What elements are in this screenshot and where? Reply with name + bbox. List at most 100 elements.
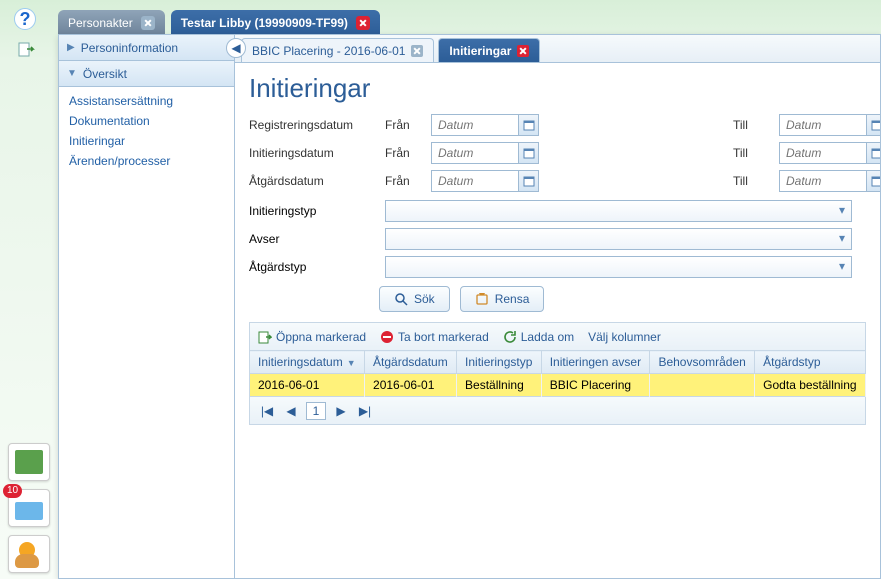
grid-header[interactable]: Åtgärdsdatum: [365, 351, 457, 374]
pager-first-button[interactable]: |◀: [258, 402, 276, 420]
date-filter-grid: Registreringsdatum Från Till Initierings…: [249, 114, 866, 192]
grid-cell: [650, 374, 755, 397]
grid-header[interactable]: Behovsområden: [650, 351, 755, 374]
grid-cell: 2016-06-01: [250, 374, 365, 397]
content: Initieringar Registreringsdatum Från Til…: [235, 63, 880, 578]
date-to-input[interactable]: [779, 170, 880, 192]
button-label: Sök: [414, 292, 435, 306]
grid-cell: BBIC Placering: [541, 374, 650, 397]
pager-next-button[interactable]: ▶: [332, 402, 350, 420]
grid-header[interactable]: Åtgärdstyp: [755, 351, 866, 374]
filter-label: Åtgärdstyp: [249, 260, 379, 274]
window-tab-person[interactable]: Testar Libby (19990909-TF99): [171, 10, 380, 36]
sidebar-section-oversikt[interactable]: ▼ Översikt: [59, 61, 234, 87]
calendar-icon[interactable]: [518, 115, 538, 135]
close-icon[interactable]: [517, 45, 529, 57]
calendar-icon[interactable]: [518, 171, 538, 191]
filter-label: Initieringsdatum: [249, 146, 379, 160]
sidebar-item-label: Initieringar: [69, 134, 125, 148]
app-body: ▶ Personinformation ◀ ▼ Översikt Assista…: [58, 34, 881, 579]
grid-cell: 2016-06-01: [365, 374, 457, 397]
inner-tabstrip: BBIC Placering - 2016-06-01 Initieringar: [235, 35, 880, 63]
sort-desc-icon: ▼: [347, 358, 356, 368]
subtab-bbic[interactable]: BBIC Placering - 2016-06-01: [241, 38, 434, 62]
combo-avser[interactable]: [385, 228, 852, 250]
reload-button[interactable]: Ladda om: [503, 330, 574, 344]
main-area: BBIC Placering - 2016-06-01 Initieringar…: [235, 35, 880, 578]
sidebar-item-dokumentation[interactable]: Dokumentation: [59, 111, 234, 131]
grid-header[interactable]: Initieringen avser: [541, 351, 650, 374]
date-from-field[interactable]: [431, 114, 539, 136]
open-icon: [258, 330, 272, 344]
folder-tile-icon[interactable]: 10: [8, 489, 50, 527]
sidebar-item-label: Ärenden/processer: [69, 154, 170, 168]
calendar-icon[interactable]: [518, 143, 538, 163]
export-icon[interactable]: [10, 36, 42, 64]
grid-cell: Godta beställning: [755, 374, 866, 397]
toolbar-label: Ladda om: [521, 330, 574, 344]
sidebar-section-label: Personinformation: [81, 41, 178, 55]
clear-icon: [475, 292, 489, 306]
to-label: Till: [733, 174, 773, 188]
to-label: Till: [733, 118, 773, 132]
window-tabstrip: Personakter Testar Libby (19990909-TF99): [58, 6, 881, 36]
subtab-label: Initieringar: [449, 44, 511, 58]
subtab-initieringar[interactable]: Initieringar: [438, 38, 540, 62]
sidebar-item-arenden[interactable]: Ärenden/processer: [59, 151, 234, 171]
close-icon[interactable]: [411, 45, 423, 57]
results-grid: Initieringsdatum▼ÅtgärdsdatumInitierings…: [249, 350, 866, 397]
grid-cell: Beställning: [457, 374, 542, 397]
open-selected-button[interactable]: Öppna markerad: [258, 330, 366, 344]
close-icon[interactable]: [141, 16, 155, 30]
pager-last-button[interactable]: ▶|: [356, 402, 374, 420]
grid-header-row: Initieringsdatum▼ÅtgärdsdatumInitierings…: [250, 351, 866, 374]
filter-label: Initieringstyp: [249, 204, 379, 218]
grid-header[interactable]: Initieringstyp: [457, 351, 542, 374]
window-tab-label: Testar Libby (19990909-TF99): [181, 16, 348, 30]
toolbar-label: Välj kolumner: [588, 330, 661, 344]
grid-header[interactable]: Initieringsdatum▼: [250, 351, 365, 374]
combo-åtgärdstyp[interactable]: [385, 256, 852, 278]
filter-label: Avser: [249, 232, 379, 246]
date-to-field[interactable]: [779, 142, 880, 164]
clear-button[interactable]: Rensa: [460, 286, 545, 312]
search-button[interactable]: Sök: [379, 286, 450, 312]
search-icon: [394, 292, 408, 306]
person-tile-icon[interactable]: [8, 535, 50, 573]
chevron-down-icon: ▼: [67, 68, 77, 79]
calendar-icon[interactable]: [866, 115, 880, 135]
window-tab-personakter[interactable]: Personakter: [58, 10, 165, 36]
date-to-field[interactable]: [779, 114, 880, 136]
window-tab-label: Personakter: [68, 16, 133, 30]
sidebar-list: Assistansersättning Dokumentation Initie…: [59, 87, 234, 175]
close-icon[interactable]: [356, 16, 370, 30]
pager-prev-button[interactable]: ◀: [282, 402, 300, 420]
sidebar-item-label: Assistansersättning: [69, 94, 173, 108]
sidebar-item-initieringar[interactable]: Initieringar: [59, 131, 234, 151]
calendar-icon[interactable]: [866, 171, 880, 191]
collapse-sidebar-button[interactable]: ◀: [226, 38, 246, 58]
dashboard-tile-icon[interactable]: [8, 443, 50, 481]
help-icon[interactable]: ?: [14, 8, 36, 30]
from-label: Från: [385, 118, 425, 132]
toolbar-label: Ta bort markerad: [398, 330, 489, 344]
sidebar-section-label: Översikt: [83, 67, 127, 81]
date-to-input[interactable]: [779, 114, 880, 136]
sidebar-section-personinformation[interactable]: ▶ Personinformation ◀: [59, 35, 234, 61]
date-to-field[interactable]: [779, 170, 880, 192]
sidebar-item-assistans[interactable]: Assistansersättning: [59, 91, 234, 111]
pager-page-number[interactable]: 1: [306, 402, 326, 420]
choose-columns-button[interactable]: Välj kolumner: [588, 330, 661, 344]
calendar-icon[interactable]: [866, 143, 880, 163]
date-to-input[interactable]: [779, 142, 880, 164]
date-from-field[interactable]: [431, 142, 539, 164]
to-label: Till: [733, 146, 773, 160]
sidebar: ▶ Personinformation ◀ ▼ Översikt Assista…: [59, 35, 235, 578]
toolbar-label: Öppna markerad: [276, 330, 366, 344]
table-row[interactable]: 2016-06-012016-06-01BeställningBBIC Plac…: [250, 374, 866, 397]
date-from-field[interactable]: [431, 170, 539, 192]
delete-selected-button[interactable]: Ta bort markerad: [380, 330, 489, 344]
filter-button-row: Sök Rensa: [379, 286, 866, 312]
combo-initieringstyp[interactable]: [385, 200, 852, 222]
grid-toolbar: Öppna markerad Ta bort markerad Ladda om…: [249, 322, 866, 350]
